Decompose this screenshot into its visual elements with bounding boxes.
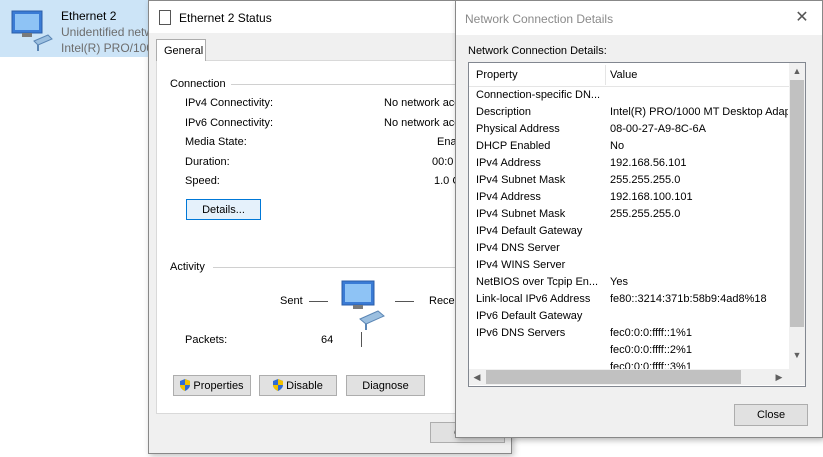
properties-button-label: Properties — [193, 380, 244, 392]
packets-sent-value: 64 — [321, 334, 334, 346]
property-cell: Link-local IPv6 Address — [476, 293, 591, 305]
properties-button[interactable]: Properties — [173, 375, 251, 396]
details-button[interactable]: Details... — [186, 199, 261, 220]
value-cell: fec0:0:0:ffff::1%1 — [610, 327, 692, 339]
list-item[interactable]: IPv4 Address 192.168.100.101 — [469, 189, 789, 206]
value-cell: fec0:0:0:ffff::3%1 — [610, 361, 692, 369]
property-cell: NetBIOS over Tcpip En... — [476, 276, 599, 288]
adapter-name: Ethernet 2 — [61, 9, 117, 23]
list-item[interactable]: fec0:0:0:ffff::3%1 — [469, 359, 789, 369]
list-item[interactable]: Connection-specific DN... — [469, 87, 789, 104]
property-cell: IPv6 Default Gateway — [476, 310, 583, 322]
list-item[interactable]: Physical Address 08-00-27-A9-8C-6A — [469, 121, 789, 138]
list-item[interactable]: IPv4 Default Gateway — [469, 223, 789, 240]
document-icon — [159, 10, 171, 25]
property-cell: IPv4 WINS Server — [476, 259, 566, 271]
list-item[interactable]: IPv4 Subnet Mask 255.255.255.0 — [469, 206, 789, 223]
sent-label: Sent — [280, 295, 303, 307]
property-cell: IPv4 Default Gateway — [476, 225, 583, 237]
property-cell: Connection-specific DN... — [476, 89, 601, 101]
ipv4-connectivity-value: No network acc — [384, 97, 460, 109]
scrollbar-corner — [789, 369, 805, 385]
packets-divider — [361, 332, 362, 347]
disable-button[interactable]: Disable — [259, 375, 337, 396]
connection-group-label: Connection — [170, 78, 226, 90]
scroll-right-icon[interactable]: ▶ — [771, 369, 787, 385]
list-item[interactable]: IPv4 DNS Server — [469, 240, 789, 257]
column-separator[interactable] — [605, 65, 606, 85]
status-window-title: Ethernet 2 Status — [179, 11, 272, 25]
value-cell: fe80::3214:371b:58b9:4ad8%18 — [610, 293, 767, 305]
adapter-tile-ethernet-2[interactable]: Ethernet 2 Unidentified netw Intel(R) PR… — [0, 0, 160, 57]
details-caption: Network Connection Details: — [468, 45, 607, 57]
network-computer-icon — [340, 279, 390, 334]
ipv4-connectivity-label: IPv4 Connectivity: — [185, 97, 274, 109]
diagnose-button[interactable]: Diagnose — [346, 375, 425, 396]
value-cell: 192.168.56.101 — [610, 157, 687, 169]
connection-details-window: Network Connection Details ✕ Network Con… — [455, 0, 823, 438]
list-item[interactable]: fec0:0:0:ffff::2%1 — [469, 342, 789, 359]
list-header: Property Value — [469, 63, 789, 87]
property-cell: IPv4 DNS Server — [476, 242, 560, 254]
speed-label: Speed: — [185, 175, 220, 187]
value-cell: 08-00-27-A9-8C-6A — [610, 123, 706, 135]
ipv6-connectivity-value: No network acc — [384, 117, 460, 129]
value-cell: 255.255.255.0 — [610, 208, 681, 220]
disable-button-label: Disable — [286, 380, 323, 392]
vertical-scrollbar[interactable]: ▲ ▼ — [789, 63, 805, 369]
value-cell: 192.168.100.101 — [610, 191, 693, 203]
column-header-value[interactable]: Value — [610, 69, 637, 81]
duration-label: Duration: — [185, 156, 230, 168]
activity-group-label: Activity — [170, 261, 205, 273]
details-list[interactable]: Property Value Connection-specific DN...… — [468, 62, 806, 387]
value-cell: Yes — [610, 276, 628, 288]
list-item[interactable]: Link-local IPv6 Address fe80::3214:371b:5… — [469, 291, 789, 308]
property-cell: Physical Address — [476, 123, 560, 135]
list-item[interactable]: NetBIOS over Tcpip En... Yes — [469, 274, 789, 291]
horizontal-scroll-thumb[interactable] — [486, 370, 741, 384]
property-cell: DHCP Enabled — [476, 140, 551, 152]
property-cell: IPv4 Subnet Mask — [476, 208, 566, 220]
adapter-status: Unidentified netw — [61, 25, 154, 39]
received-label: Recei — [429, 295, 458, 307]
value-cell: fec0:0:0:ffff::2%1 — [610, 344, 692, 356]
property-cell: IPv6 DNS Servers — [476, 327, 566, 339]
vertical-scroll-thumb[interactable] — [790, 80, 804, 327]
list-item[interactable]: DHCP Enabled No — [469, 138, 789, 155]
list-item[interactable]: Description Intel(R) PRO/1000 MT Desktop … — [469, 104, 789, 121]
list-rows: Connection-specific DN... Description Inte… — [469, 87, 789, 369]
list-item[interactable]: IPv6 DNS Servers fec0:0:0:ffff::1%1 — [469, 325, 789, 342]
duration-value: 00:0 — [432, 156, 454, 168]
adapter-device: Intel(R) PRO/1000 — [61, 41, 160, 55]
received-line — [395, 301, 414, 302]
scroll-left-icon[interactable]: ◀ — [469, 369, 485, 385]
value-cell: No — [610, 140, 625, 152]
scroll-up-icon[interactable]: ▲ — [789, 63, 805, 79]
value-cell: 255.255.255.0 — [610, 174, 681, 186]
list-item[interactable]: IPv4 Address 192.168.56.101 — [469, 155, 789, 172]
property-cell: IPv4 Address — [476, 157, 541, 169]
media-state-label: Media State: — [185, 136, 247, 148]
list-item[interactable]: IPv4 Subnet Mask 255.255.255.0 — [469, 172, 789, 189]
column-header-property[interactable]: Property — [476, 69, 518, 81]
value-cell: Intel(R) PRO/1000 MT Desktop Adap — [610, 106, 788, 118]
property-cell: IPv4 Subnet Mask — [476, 174, 566, 186]
horizontal-scrollbar[interactable]: ◀ ▶ — [469, 369, 789, 385]
tab-general[interactable]: General — [156, 39, 206, 61]
details-window-title: Network Connection Details — [465, 12, 614, 26]
network-adapter-icon — [8, 5, 56, 56]
property-cell: Description — [476, 106, 532, 118]
sent-line — [309, 301, 328, 302]
property-cell: IPv4 Address — [476, 191, 541, 203]
list-item[interactable]: IPv4 WINS Server — [469, 257, 789, 274]
close-icon[interactable]: ✕ — [791, 7, 813, 29]
ipv6-connectivity-label: IPv6 Connectivity: — [185, 117, 274, 129]
close-button[interactable]: Close — [734, 404, 808, 426]
uac-shield-icon — [180, 378, 191, 391]
details-titlebar[interactable]: Network Connection Details ✕ — [456, 1, 822, 35]
list-item[interactable]: IPv6 Default Gateway — [469, 308, 789, 325]
uac-shield-icon — [273, 378, 284, 391]
packets-label: Packets: — [185, 334, 228, 346]
scroll-down-icon[interactable]: ▼ — [789, 347, 805, 363]
